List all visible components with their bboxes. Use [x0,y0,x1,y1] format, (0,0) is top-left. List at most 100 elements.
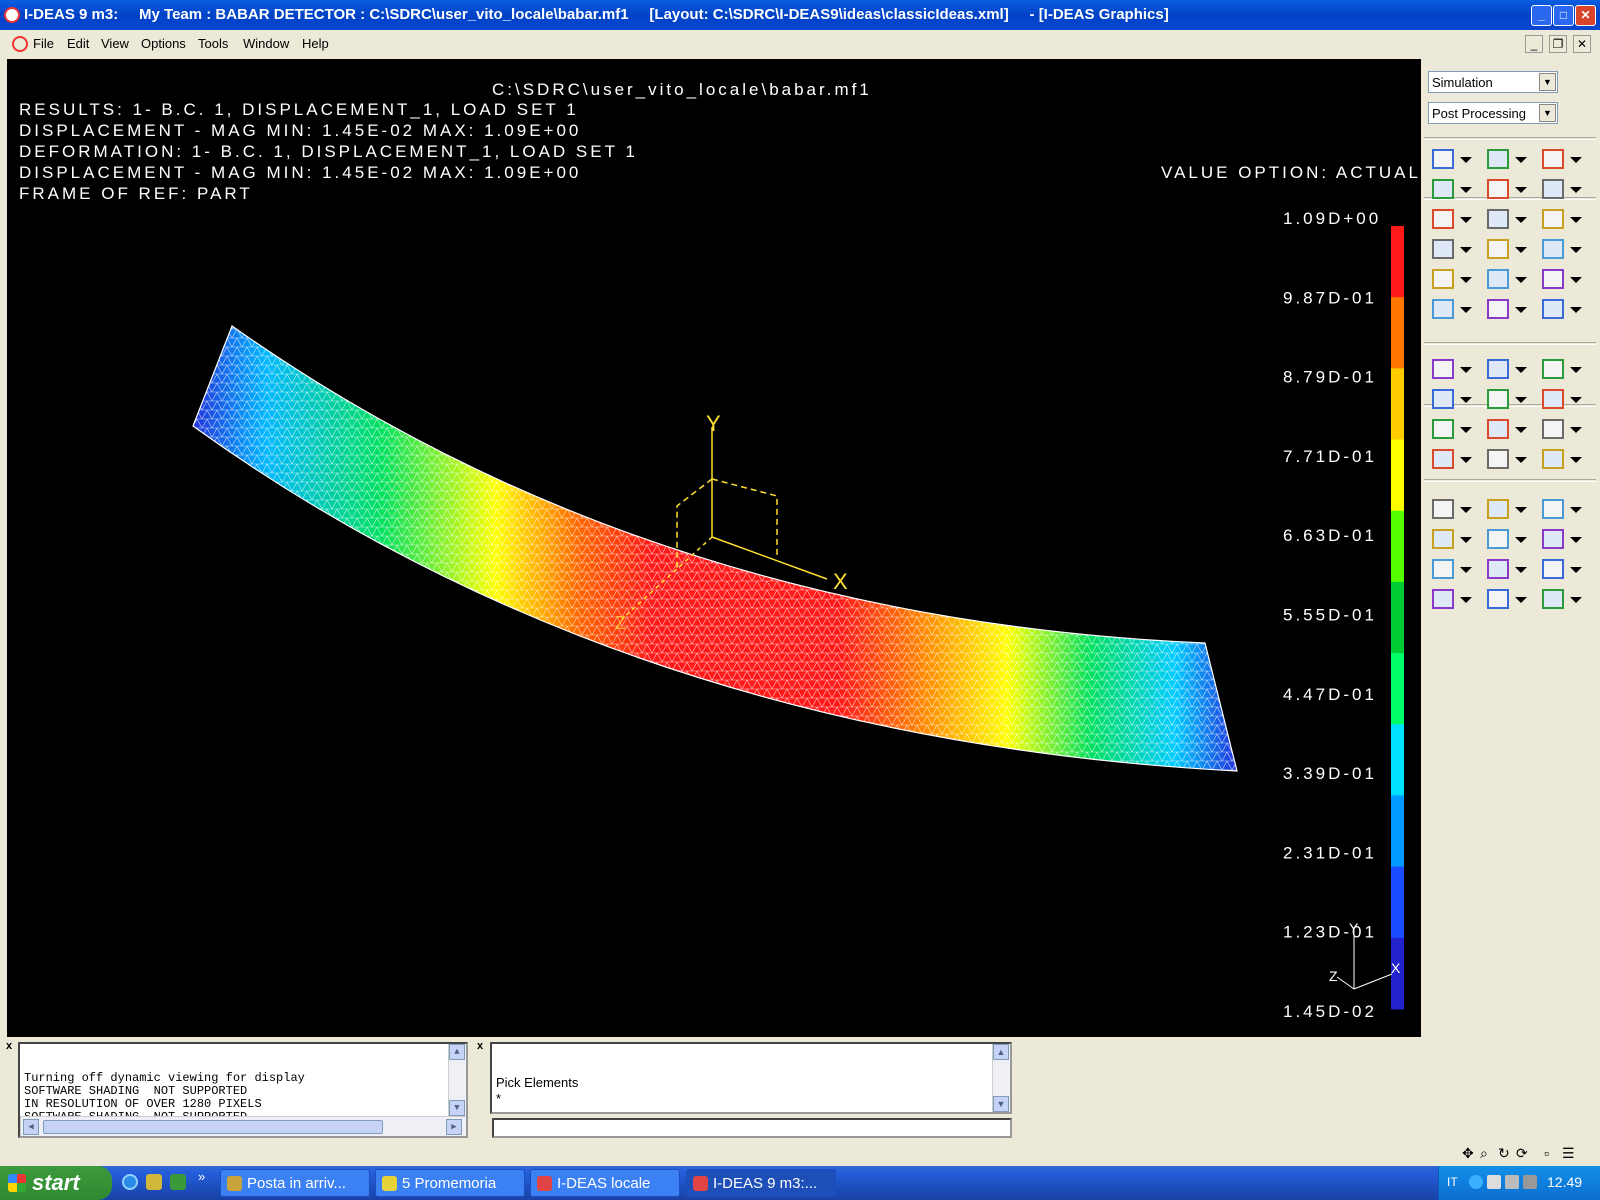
chevron-down-icon[interactable]: ▼ [1539,104,1556,122]
menu-edit[interactable]: Edit [67,36,89,51]
prompt-scrollbar[interactable]: ▲ ▼ [992,1044,1010,1112]
chevron-down-icon[interactable] [1570,507,1582,513]
menu-lines-icon[interactable]: ☰ [1562,1145,1575,1162]
toolbar-tool-button[interactable] [1540,177,1582,201]
toolbar-tool-button[interactable] [1540,497,1582,521]
chevron-down-icon[interactable] [1570,397,1582,403]
toolbar-tool-button[interactable] [1485,447,1527,471]
close-button[interactable]: ✕ [1575,5,1596,26]
chevron-down-icon[interactable] [1460,367,1472,373]
scroll-down-icon[interactable]: ▼ [449,1100,465,1116]
fe-model-canvas[interactable]: C:\SDRC\user_vito_locale\babar.mf1 RESUL… [7,59,1421,1037]
mdi-close-button[interactable]: ✕ [1573,35,1591,53]
document-icon[interactable] [12,36,28,52]
toolbar-tool-button[interactable] [1485,207,1527,231]
menu-tools[interactable]: Tools [198,36,228,51]
window-titlebar[interactable]: I-DEAS 9 m3: My Team : BABAR DETECTOR : … [0,0,1600,30]
menu-file[interactable]: File [33,36,54,51]
tray-icon[interactable] [1523,1175,1537,1189]
toolbar-tool-button[interactable] [1540,527,1582,551]
chevron-down-icon[interactable] [1515,367,1527,373]
chevron-down-icon[interactable] [1570,537,1582,543]
mdi-restore-button[interactable]: ❐ [1549,35,1567,53]
toolbar-tool-button[interactable] [1485,267,1527,291]
chevron-down-icon[interactable] [1515,507,1527,513]
start-button[interactable]: start [0,1166,112,1200]
toolbar-tool-button[interactable] [1540,357,1582,381]
toolbar-tool-button[interactable] [1540,267,1582,291]
toolbar-tool-button[interactable] [1540,297,1582,321]
chevron-down-icon[interactable] [1570,367,1582,373]
internet-explorer-icon[interactable] [122,1174,138,1190]
toolbar-tool-button[interactable] [1430,237,1472,261]
maximize-button[interactable]: □ [1553,5,1574,26]
chevron-down-icon[interactable] [1570,157,1582,163]
chevron-down-icon[interactable] [1515,247,1527,253]
chevron-down-icon[interactable] [1515,187,1527,193]
scroll-down-icon[interactable]: ▼ [993,1096,1009,1112]
toolbar-tool-button[interactable] [1540,147,1582,171]
chevron-down-icon[interactable] [1515,567,1527,573]
minimize-button[interactable]: _ [1531,5,1552,26]
toolbar-tool-button[interactable] [1485,557,1527,581]
chevron-down-icon[interactable] [1460,277,1472,283]
chevron-down-icon[interactable] [1460,397,1472,403]
toolbar-tool-button[interactable] [1430,387,1472,411]
toolbar-tool-button[interactable] [1430,207,1472,231]
toolbar-tool-button[interactable] [1540,587,1582,611]
chevron-down-icon[interactable] [1570,187,1582,193]
view-icon[interactable]: ⟳ [1516,1145,1528,1162]
clock[interactable]: 12.49 [1547,1174,1582,1190]
quicklaunch-icon[interactable] [146,1174,162,1190]
chevron-down-icon[interactable]: ▼ [1539,73,1556,91]
chevron-down-icon[interactable] [1570,597,1582,603]
tray-icon[interactable] [1505,1175,1519,1189]
graphics-viewport[interactable]: C:\SDRC\user_vito_locale\babar.mf1 RESUL… [7,59,1421,1037]
toolbar-tool-button[interactable] [1485,417,1527,441]
chevron-down-icon[interactable] [1460,157,1472,163]
chevron-down-icon[interactable] [1515,217,1527,223]
toolbar-tool-button[interactable] [1485,587,1527,611]
toolbar-tool-button[interactable] [1430,497,1472,521]
language-indicator[interactable]: IT [1447,1175,1458,1189]
toolbar-tool-button[interactable] [1485,387,1527,411]
toolbar-tool-button[interactable] [1540,557,1582,581]
toolbar-tool-button[interactable] [1485,497,1527,521]
ideas-app-icon[interactable] [4,7,20,23]
subtask-dropdown[interactable]: Post Processing ▼ [1428,102,1558,124]
list-horizontal-scrollbar[interactable]: ◀ ▶ [20,1116,466,1136]
taskbar-item-ideas-locale[interactable]: I-DEAS locale [530,1169,680,1197]
zoom-icon[interactable]: ⌕ [1480,1145,1488,1162]
mdi-minimize-button[interactable]: _ [1525,35,1543,53]
toolbar-tool-button[interactable] [1430,557,1472,581]
chevron-down-icon[interactable] [1515,537,1527,543]
scroll-up-icon[interactable]: ▲ [993,1044,1009,1060]
chevron-down-icon[interactable] [1460,307,1472,313]
chevron-down-icon[interactable] [1460,427,1472,433]
toolbar-tool-button[interactable] [1430,177,1472,201]
menu-help[interactable]: Help [302,36,329,51]
toolbar-tool-button[interactable] [1430,297,1472,321]
toolbar-tool-button[interactable] [1430,587,1472,611]
window-icon[interactable]: ▫ [1544,1145,1549,1161]
chevron-down-icon[interactable] [1570,307,1582,313]
scroll-right-icon[interactable]: ▶ [446,1119,462,1135]
chevron-down-icon[interactable] [1515,157,1527,163]
deformed-beam-model[interactable] [192,325,1238,772]
list-vertical-scrollbar[interactable]: ▲ ▼ [448,1044,466,1116]
chevron-down-icon[interactable] [1460,247,1472,253]
toolbar-tool-button[interactable] [1430,527,1472,551]
chevron-down-icon[interactable] [1460,597,1472,603]
command-input[interactable] [492,1118,1012,1138]
chevron-down-icon[interactable] [1460,507,1472,513]
toolbar-tool-button[interactable] [1485,177,1527,201]
toolbar-tool-button[interactable] [1430,417,1472,441]
list-region[interactable]: Turning off dynamic viewing for display … [18,1042,468,1138]
toolbar-tool-button[interactable] [1485,357,1527,381]
chevron-down-icon[interactable] [1570,247,1582,253]
toolbar-tool-button[interactable] [1485,297,1527,321]
toolbar-tool-button[interactable] [1540,237,1582,261]
taskbar-item-posta[interactable]: Posta in arriv... [220,1169,370,1197]
more-quicklaunch-icon[interactable]: » [198,1169,205,1184]
toolbar-tool-button[interactable] [1485,237,1527,261]
